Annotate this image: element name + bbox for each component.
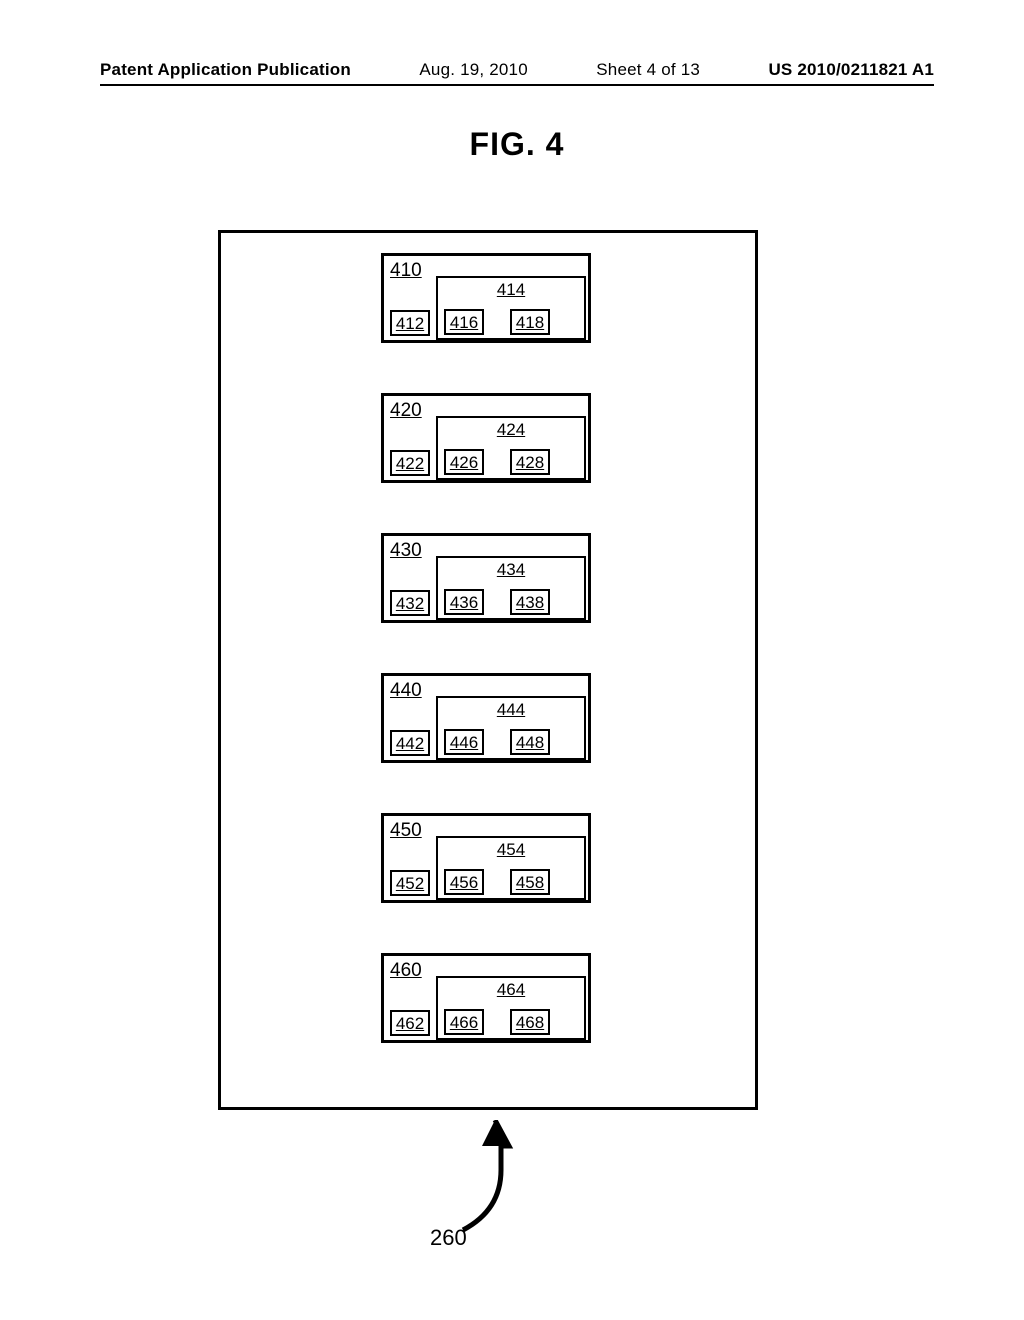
block-group-a: 446 [444, 729, 484, 755]
block-group-a: 416 [444, 309, 484, 335]
block-ref: 410 [390, 260, 422, 282]
block-sub-group: 444 446 448 [436, 696, 586, 760]
diagram-block: 450 452 454 456 458 [381, 813, 591, 903]
block-group-ref: 464 [438, 980, 584, 1000]
pointer-ref-number: 260 [430, 1225, 467, 1251]
publication-label: Patent Application Publication [100, 60, 351, 80]
block-group-a: 466 [444, 1009, 484, 1035]
block-ref: 450 [390, 820, 422, 842]
block-sub-group: 424 426 428 [436, 416, 586, 480]
block-ref: 430 [390, 540, 422, 562]
block-group-a: 456 [444, 869, 484, 895]
block-sub-a: 412 [390, 310, 430, 336]
block-sub-a: 442 [390, 730, 430, 756]
pointer-arrow-icon [455, 1120, 535, 1240]
block-sub-group: 414 416 418 [436, 276, 586, 340]
block-group-ref: 444 [438, 700, 584, 720]
block-group-ref: 414 [438, 280, 584, 300]
publication-number: US 2010/0211821 A1 [768, 60, 934, 80]
diagram-block: 430 432 434 436 438 [381, 533, 591, 623]
diagram-block: 460 462 464 466 468 [381, 953, 591, 1043]
block-sub-group: 464 466 468 [436, 976, 586, 1040]
block-group-ref: 434 [438, 560, 584, 580]
page-header: Patent Application Publication Aug. 19, … [100, 60, 934, 86]
block-group-ref: 424 [438, 420, 584, 440]
diagram-block: 420 422 424 426 428 [381, 393, 591, 483]
block-sub-group: 434 436 438 [436, 556, 586, 620]
block-group-b: 448 [510, 729, 550, 755]
block-group-b: 468 [510, 1009, 550, 1035]
figure-outer-box: 410 412 414 416 418 420 422 424 426 428 … [218, 230, 758, 1110]
block-group-ref: 454 [438, 840, 584, 860]
block-sub-a: 462 [390, 1010, 430, 1036]
sheet-number: Sheet 4 of 13 [596, 60, 700, 80]
block-group-a: 436 [444, 589, 484, 615]
block-sub-group: 454 456 458 [436, 836, 586, 900]
block-ref: 440 [390, 680, 422, 702]
block-ref: 420 [390, 400, 422, 422]
block-ref: 460 [390, 960, 422, 982]
block-group-b: 458 [510, 869, 550, 895]
block-sub-a: 452 [390, 870, 430, 896]
block-group-b: 418 [510, 309, 550, 335]
publication-date: Aug. 19, 2010 [419, 60, 527, 80]
block-group-b: 428 [510, 449, 550, 475]
block-group-a: 426 [444, 449, 484, 475]
block-group-b: 438 [510, 589, 550, 615]
diagram-block: 440 442 444 446 448 [381, 673, 591, 763]
diagram-block: 410 412 414 416 418 [381, 253, 591, 343]
figure-title: FIG. 4 [100, 126, 934, 163]
block-sub-a: 422 [390, 450, 430, 476]
block-sub-a: 432 [390, 590, 430, 616]
